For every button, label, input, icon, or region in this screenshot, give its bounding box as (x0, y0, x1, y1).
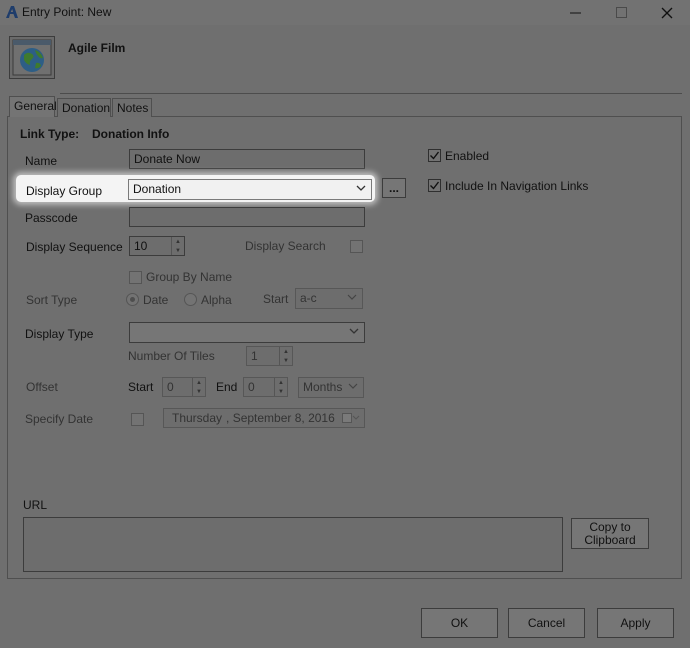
chevron-down-icon (348, 383, 358, 389)
specify-date-checkbox[interactable] (131, 413, 144, 426)
close-icon (661, 7, 673, 18)
include-nav-checkbox[interactable] (428, 179, 441, 192)
offset-start-value: 0 (167, 380, 174, 394)
checkmark-icon (430, 181, 440, 190)
down-arrow-icon: ▼ (196, 388, 202, 395)
group-by-name-label: Group By Name (146, 270, 233, 284)
window-title: Entry Point: New (22, 5, 112, 19)
cancel-button[interactable]: Cancel (508, 608, 585, 638)
down-arrow-icon: ▼ (175, 247, 181, 254)
globe-window-icon (12, 39, 52, 76)
stepper-buttons[interactable]: ▲ ▼ (279, 347, 292, 365)
display-sequence-value: 10 (134, 239, 148, 253)
offset-end-stepper[interactable]: 0 ▲ ▼ (243, 377, 288, 397)
chevron-down-icon (349, 328, 359, 334)
display-search-checkbox[interactable] (350, 240, 363, 253)
maximize-icon (615, 7, 627, 18)
header-icon-frame (9, 36, 55, 79)
down-arrow-icon: ▼ (283, 357, 289, 364)
name-field[interactable]: Donate Now (129, 149, 365, 169)
calendar-dropdown-icon (342, 413, 360, 423)
number-of-tiles-label: Number Of Tiles (128, 349, 215, 363)
display-group-select[interactable]: Donation (128, 179, 372, 200)
display-type-label: Display Type (25, 327, 94, 341)
offset-end-label: End (216, 380, 238, 394)
sort-alpha-radio[interactable] (184, 293, 197, 306)
minimize-icon (569, 12, 581, 14)
enabled-checkbox[interactable] (428, 149, 441, 162)
radio-dot (130, 297, 135, 302)
sort-type-label: Sort Type (26, 293, 78, 307)
maximize-button[interactable] (598, 0, 644, 25)
number-of-tiles-value: 1 (251, 349, 258, 363)
header-divider (60, 93, 682, 94)
specify-date-label: Specify Date (25, 412, 94, 426)
date-day: Thursday (172, 411, 223, 425)
stepper-buttons[interactable]: ▲ ▼ (171, 237, 184, 255)
stepper-buttons[interactable]: ▲ ▼ (192, 378, 205, 396)
app-logo-icon (6, 6, 18, 18)
ok-button[interactable]: OK (421, 608, 498, 638)
link-type-label: Link Type: (20, 127, 80, 141)
offset-unit-value: Months (303, 380, 343, 394)
link-type-value: Donation Info (92, 127, 170, 141)
offset-unit-select[interactable]: Months (298, 377, 364, 398)
start-label: Start (263, 292, 289, 306)
sort-alpha-label: Alpha (201, 293, 232, 307)
minimize-button[interactable] (552, 0, 598, 25)
display-type-select[interactable] (129, 322, 365, 343)
up-arrow-icon: ▲ (196, 379, 202, 386)
up-arrow-icon: ▲ (278, 379, 284, 386)
checkmark-icon (430, 151, 440, 160)
enabled-label: Enabled (445, 149, 490, 163)
display-sequence-label: Display Sequence (26, 240, 123, 254)
stepper-buttons[interactable]: ▲ ▼ (274, 378, 287, 396)
tab-notes[interactable]: Notes (112, 98, 152, 117)
display-group-browse-button[interactable]: ... (382, 178, 406, 198)
display-group-value: Donation (133, 182, 182, 196)
display-sequence-stepper[interactable]: 10 ▲ ▼ (129, 236, 185, 256)
group-by-name-checkbox[interactable] (129, 271, 142, 284)
up-arrow-icon: ▲ (283, 348, 289, 355)
chevron-down-icon (356, 185, 366, 191)
header-title: Agile Film (68, 41, 126, 55)
url-field[interactable] (23, 517, 563, 572)
include-nav-label: Include In Navigation Links (445, 179, 589, 193)
offset-start-stepper[interactable]: 0 ▲ ▼ (162, 377, 206, 397)
sort-date-radio[interactable] (126, 293, 139, 306)
offset-end-value: 0 (248, 380, 255, 394)
tab-donation[interactable]: Donation (57, 98, 111, 117)
down-arrow-icon: ▼ (278, 388, 284, 395)
start-select[interactable]: a-c (295, 288, 363, 309)
url-label: URL (23, 498, 48, 512)
chevron-down-icon (347, 294, 357, 300)
sort-date-label: Date (143, 293, 169, 307)
start-value: a-c (300, 291, 317, 305)
offset-label: Offset (26, 380, 58, 394)
date-rest: , September 8, 2016 (226, 411, 335, 425)
offset-start-label: Start (128, 380, 154, 394)
passcode-field[interactable] (129, 207, 365, 227)
tab-general[interactable]: General (9, 96, 57, 117)
number-of-tiles-stepper[interactable]: 1 ▲ ▼ (246, 346, 293, 366)
copy-to-clipboard-button[interactable]: Copy to Clipboard (571, 518, 649, 549)
up-arrow-icon: ▲ (175, 238, 181, 245)
close-button[interactable] (644, 0, 690, 25)
display-group-label: Display Group (26, 184, 103, 198)
apply-button[interactable]: Apply (597, 608, 674, 638)
date-picker[interactable]: Thursday, September 8, 2016 (163, 408, 365, 428)
passcode-label: Passcode (25, 211, 78, 225)
name-label: Name (25, 154, 58, 168)
display-search-label: Display Search (245, 239, 326, 253)
